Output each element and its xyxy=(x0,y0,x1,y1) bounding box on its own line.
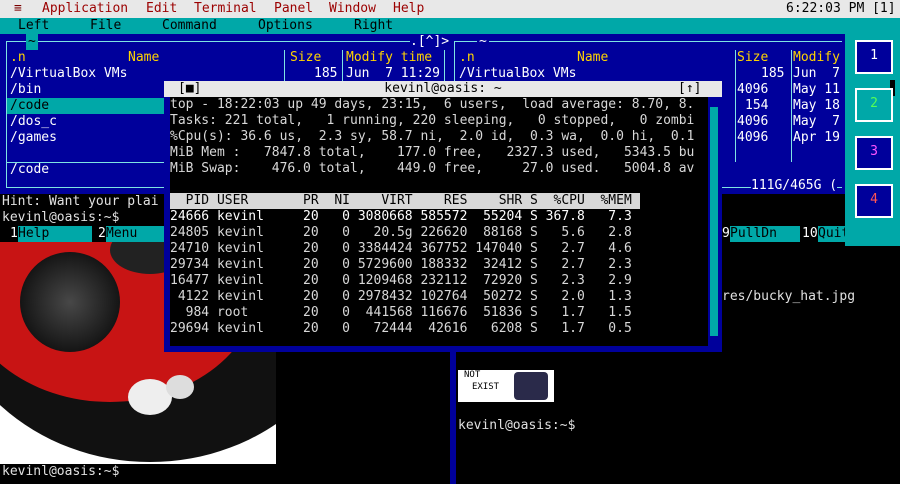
clock: 6:22:03 PM [1] xyxy=(786,1,896,16)
file-row-size: 4096 xyxy=(737,82,769,97)
menu-panel[interactable]: Panel xyxy=(274,1,313,17)
process-row: 24805 kevinl 20 0 20.5g 226620 88168 S 5… xyxy=(170,225,632,240)
window-button-3[interactable]: 3 xyxy=(855,136,893,170)
file-row-name[interactable]: /dos_c xyxy=(10,114,57,130)
fkey-2-number[interactable]: 2 xyxy=(98,226,106,242)
disk-usage: 111G/465G ( xyxy=(751,178,838,194)
process-table-header: PID USER PR NI VIRT RES SHR S %CPU %MEM xyxy=(170,193,640,209)
file-row-size: 154 xyxy=(745,98,769,113)
process-row: 4122 kevinl 20 0 2978432 102764 50272 S … xyxy=(170,289,632,304)
fkey-help[interactable]: Help xyxy=(18,226,92,242)
top-summary-line: Tasks: 221 total, 1 running, 220 sleepin… xyxy=(170,113,695,128)
window-title: kevinl@oasis: ~ xyxy=(384,81,502,96)
col-header-n[interactable]: .n xyxy=(10,50,26,66)
top-output: top - 18:22:03 up 49 days, 23:15, 6 user… xyxy=(170,97,708,346)
not-exist-sticker: NOT EXIST xyxy=(458,370,554,402)
mc-menu-command[interactable]: Command xyxy=(162,18,217,34)
window-titlebar[interactable]: kevinl@oasis: ~ [■] [↑] xyxy=(164,81,722,97)
fkey-1-number[interactable]: 1 xyxy=(10,226,18,242)
window-4-label: 4 xyxy=(870,192,878,207)
fkey-pulldn[interactable]: PullDn xyxy=(730,226,800,242)
process-row: 24710 kevinl 20 0 3384424 367752 147040 … xyxy=(170,241,632,256)
mc-menu-file[interactable]: File xyxy=(90,18,121,34)
top-summary-line: MiB Swap: 476.0 total, 449.0 free, 27.0 … xyxy=(170,161,695,176)
menu-edit[interactable]: Edit xyxy=(146,1,177,17)
menubar: ≡ Application Edit Terminal Panel Window… xyxy=(0,0,900,18)
fkey-quit[interactable]: Quit xyxy=(818,226,849,242)
top-summary-line: %Cpu(s): 36.6 us, 2.3 sy, 58.7 ni, 2.0 i… xyxy=(170,129,695,144)
window-2-label: 2 xyxy=(870,96,878,111)
col-header-modify-time[interactable]: Modify time xyxy=(346,50,432,66)
col-header-size[interactable]: Size xyxy=(290,50,321,66)
window-button-2[interactable]: 2 xyxy=(855,88,893,122)
menu-window[interactable]: Window xyxy=(329,1,376,17)
app-menu-icon[interactable]: ≡ xyxy=(14,1,22,17)
window-button-1[interactable]: 1 xyxy=(855,40,893,74)
mc-menubar: Left File Command Options Right xyxy=(0,18,845,34)
top-terminal-window[interactable]: kevinl@oasis: ~ [■] [↑] top - 18:22:03 u… xyxy=(164,81,722,352)
file-row-time: Jun 7 xyxy=(793,66,840,81)
mc-menu-left[interactable]: Left xyxy=(18,18,49,34)
col-header-size[interactable]: Size xyxy=(737,50,768,66)
left-panel-path[interactable]: ~ xyxy=(26,34,38,50)
col-header-name[interactable]: Name xyxy=(128,50,159,66)
menu-terminal[interactable]: Terminal xyxy=(194,1,257,17)
menu-help[interactable]: Help xyxy=(393,1,424,17)
file-row-name[interactable]: /bin xyxy=(10,82,41,98)
file-row-name[interactable]: /games xyxy=(10,130,57,146)
mc-menu-options[interactable]: Options xyxy=(258,18,313,34)
process-row: 29694 kevinl 20 0 72444 42616 6208 S 1.7… xyxy=(170,321,632,336)
file-row-name-selected[interactable]: /code xyxy=(10,98,49,114)
window-scrollbar[interactable] xyxy=(710,97,718,346)
col-header-name[interactable]: Name xyxy=(577,50,608,66)
fkey-menu[interactable]: Menu xyxy=(106,226,164,242)
lower-left-prompt[interactable]: kevinl@oasis:~$ xyxy=(2,464,119,480)
file-row-size: 185 xyxy=(314,66,338,81)
col-header-n[interactable]: .n xyxy=(459,50,475,66)
panel-status-line: /code xyxy=(10,162,50,177)
top-summary-line: MiB Mem : 7847.8 total, 177.0 free, 2327… xyxy=(170,145,695,160)
window-list: 1 2 3 4 xyxy=(845,18,900,246)
lower-right-prompt[interactable]: kevinl@oasis:~$ xyxy=(458,418,575,434)
file-row-time: Apr 19 xyxy=(793,130,840,145)
file-row-time: May 7 xyxy=(793,114,840,129)
file-row-name[interactable]: /VirtualBox VMs xyxy=(459,66,576,82)
mc-menu-right[interactable]: Right xyxy=(354,18,393,34)
window-button-4[interactable]: 4 xyxy=(855,184,893,218)
left-panel-path-right[interactable]: .[^]> xyxy=(410,34,450,50)
top-summary-line: top - 18:22:03 up 49 days, 23:15, 6 user… xyxy=(170,97,695,112)
mc-prompt[interactable]: kevinl@oasis:~$ xyxy=(2,210,119,226)
process-row: 984 root 20 0 441568 116676 51836 S 1.7 … xyxy=(170,305,632,320)
close-button[interactable]: [■] xyxy=(178,81,201,97)
fkey-10-number[interactable]: 10 xyxy=(802,226,818,242)
process-row: 29734 kevinl 20 0 5729600 188332 32412 S… xyxy=(170,257,632,272)
file-row-time: Jun 7 11:29 xyxy=(346,66,440,81)
file-row-time: May 11 xyxy=(793,82,840,97)
file-row-name[interactable]: /VirtualBox VMs xyxy=(10,66,127,82)
file-name-tail: res/bucky_hat.jpg xyxy=(722,289,856,304)
fkey-9-number[interactable]: 9 xyxy=(722,226,730,242)
window-3-label: 3 xyxy=(870,144,878,159)
menu-application[interactable]: Application xyxy=(42,1,128,17)
cat-image xyxy=(514,372,548,400)
process-row: 16477 kevinl 20 0 1209468 232112 72920 S… xyxy=(170,273,632,288)
window-1-label: 1 xyxy=(870,48,878,63)
file-row-size: 4096 xyxy=(737,130,769,145)
col-header-modify[interactable]: Modify xyxy=(793,50,840,66)
mc-hint: Hint: Want your plai xyxy=(2,194,159,209)
file-row-size: 4096 xyxy=(737,114,769,129)
process-row: 24666 kevinl 20 0 3080668 585572 55204 S… xyxy=(170,209,632,224)
file-row-size: 185 xyxy=(761,66,785,81)
right-panel-path[interactable]: ~ xyxy=(477,34,489,50)
file-row-time: May 18 xyxy=(793,98,840,113)
maximize-button[interactable]: [↑] xyxy=(678,81,701,97)
